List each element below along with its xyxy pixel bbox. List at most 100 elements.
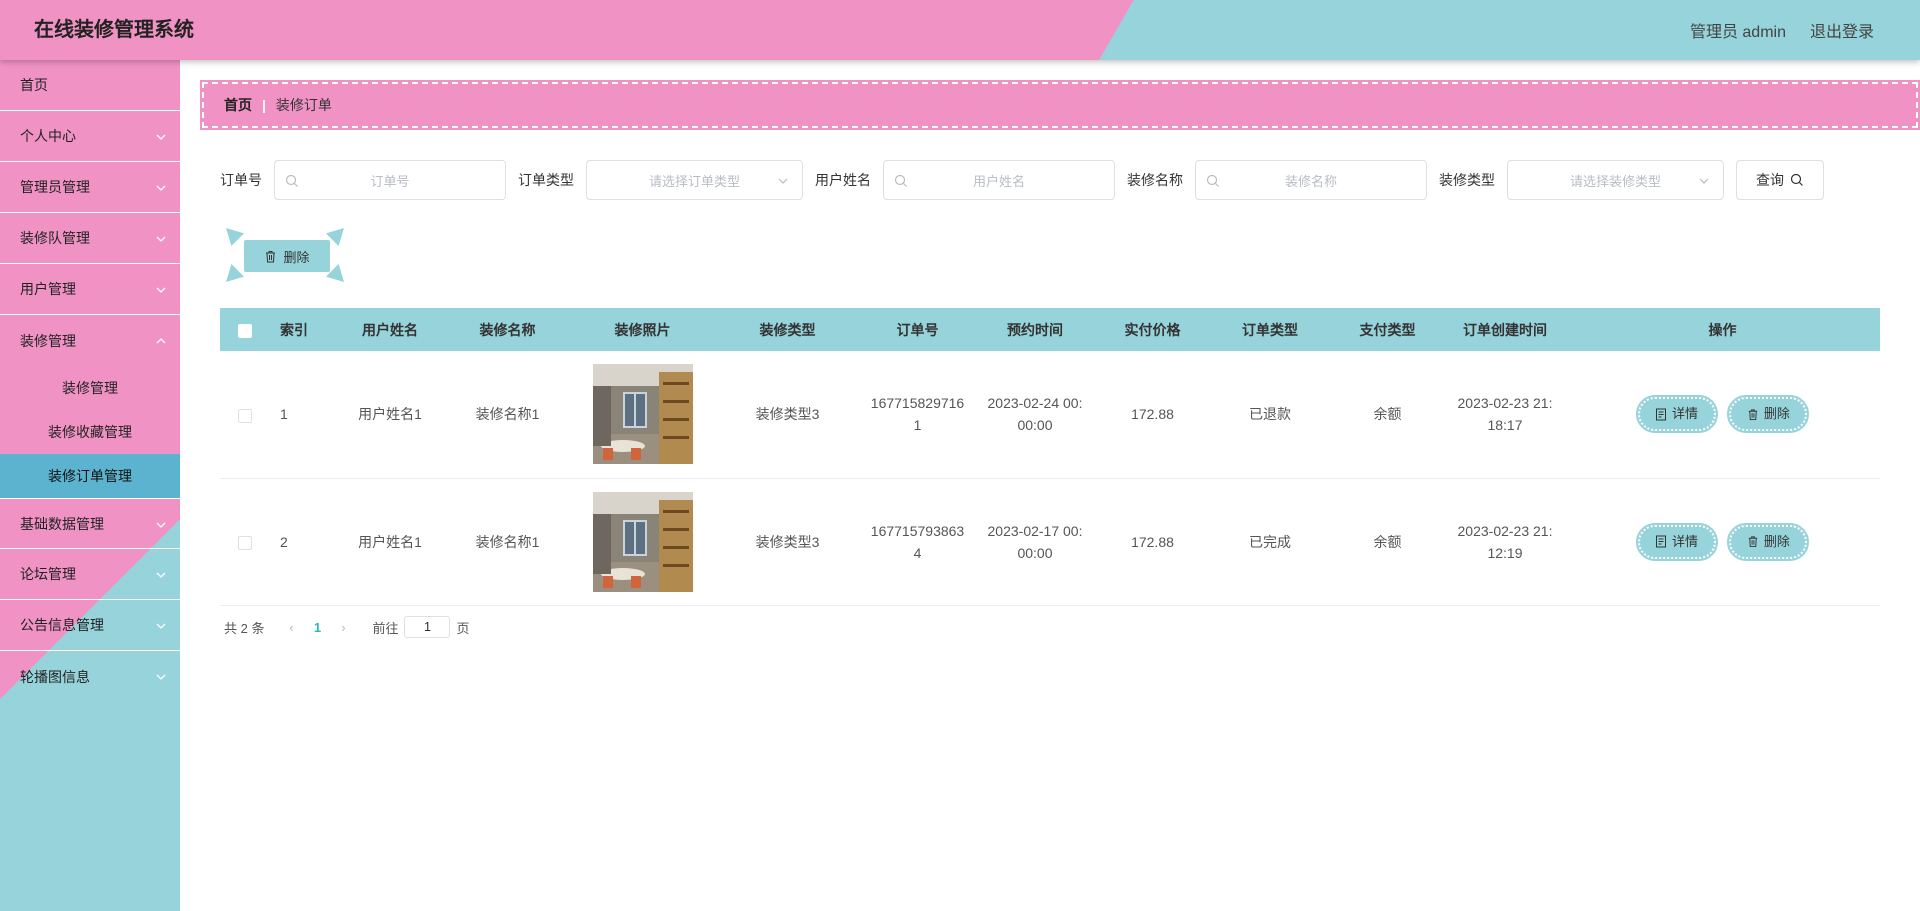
table-row: 1 用户姓名1 装修名称1 装修类型3 1677158297161 2023-0…	[220, 351, 1880, 478]
breadcrumb: 首页 | 装修订单	[200, 80, 1920, 130]
document-icon	[1656, 535, 1667, 548]
order-type-select[interactable]: 请选择订单类型	[586, 160, 803, 200]
select-all-header[interactable]	[220, 308, 280, 351]
decoration-photo[interactable]	[592, 364, 693, 465]
cell-price: 172.88	[1131, 533, 1174, 550]
detail-button[interactable]: 详情	[1635, 522, 1718, 561]
sidebar-item-label: 公告信息管理	[20, 617, 104, 633]
user-name-label: 用户姓名	[815, 172, 871, 188]
sidebar-item-base-data[interactable]: 基础数据管理	[0, 498, 180, 549]
sidebar-subitem-label: 装修订单管理	[48, 468, 132, 484]
sidebar-item-personal-center[interactable]: 个人中心	[0, 111, 180, 162]
cell-photo	[570, 351, 715, 478]
delete-button[interactable]: 删除	[1727, 395, 1810, 434]
col-deco-type: 装修类型	[759, 321, 816, 338]
sidebar-subitem-favorites[interactable]: 装修收藏管理	[0, 410, 180, 454]
select-all-checkbox[interactable]	[238, 323, 252, 338]
breadcrumb-current: 装修订单	[275, 97, 332, 113]
sidebar-subitem-orders[interactable]: 装修订单管理	[0, 454, 180, 498]
logout-link[interactable]: 退出登录	[1810, 18, 1874, 42]
sidebar-item-team-management[interactable]: 装修队管理	[0, 213, 180, 264]
col-order-no: 订单号	[896, 321, 939, 338]
search-icon	[894, 174, 907, 187]
sidebar-item-home[interactable]: 首页	[0, 60, 180, 111]
cell-photo	[570, 478, 715, 605]
cell-deco-type: 装修类型3	[755, 533, 820, 550]
orders-table: 索引 用户姓名 装修名称 装修照片 装修类型 订单号 预约时间 实付价格 订单类…	[220, 308, 1880, 606]
created-text: 2023-02-23 21:12:19	[1457, 522, 1553, 561]
row-checkbox[interactable]	[238, 535, 252, 550]
cell-created: 2023-02-23 21:18:17	[1445, 351, 1565, 478]
sidebar-item-notice[interactable]: 公告信息管理	[0, 600, 180, 651]
sidebar-subitem-decoration[interactable]: 装修管理	[0, 366, 180, 410]
goto-unit: 页	[456, 620, 470, 636]
sidebar-item-admin-management[interactable]: 管理员管理	[0, 162, 180, 213]
prev-page-icon[interactable]: ‹	[278, 620, 304, 635]
deco-type-select[interactable]: 请选择装修类型	[1507, 160, 1724, 200]
pagination-total: 共 2 条	[224, 620, 265, 636]
top-header: 在线装修管理系统 管理员 admin 退出登录	[0, 0, 1920, 60]
sidebar-item-label: 首页	[20, 77, 48, 93]
delete-label: 删除	[1763, 533, 1790, 549]
deco-type-placeholder: 请选择装修类型	[1569, 173, 1661, 189]
chevron-down-icon	[156, 287, 166, 293]
col-photo: 装修照片	[614, 321, 671, 338]
col-created: 订单创建时间	[1463, 321, 1547, 338]
query-button[interactable]: 查询	[1736, 160, 1824, 200]
sidebar-item-user-management[interactable]: 用户管理	[0, 264, 180, 315]
detail-button[interactable]: 详情	[1635, 395, 1718, 434]
sidebar-item-carousel[interactable]: 轮播图信息	[0, 651, 180, 702]
row-select-cell[interactable]	[220, 351, 280, 478]
deco-name-input[interactable]: 装修名称	[1195, 160, 1427, 200]
chevron-down-icon	[156, 185, 166, 191]
delete-button[interactable]: 删除	[1727, 522, 1810, 561]
trash-icon	[1748, 536, 1758, 548]
col-deco-name: 装修名称	[479, 321, 536, 338]
page-number[interactable]: 1	[304, 620, 330, 635]
cell-created: 2023-02-23 21:12:19	[1445, 478, 1565, 605]
col-pay-type: 支付类型	[1359, 321, 1416, 338]
cell-deco-name: 装修名称1	[475, 406, 540, 423]
sidebar-item-label: 管理员管理	[20, 179, 90, 195]
admin-user-label[interactable]: 管理员 admin	[1690, 18, 1786, 42]
sidebar-item-forum[interactable]: 论坛管理	[0, 549, 180, 600]
batch-delete-wrapper: 删除	[226, 228, 344, 282]
document-icon	[1656, 408, 1667, 421]
cell-actions: 详情 删除	[1565, 351, 1880, 478]
cell-index: 2	[280, 533, 288, 550]
search-bar: 订单号 订单号 订单类型 请选择订单类型 用户姓名 用户姓名 装修名称 装修名称…	[220, 160, 1824, 200]
cell-order-type: 已退款	[1249, 406, 1291, 423]
sidebar-item-label: 个人中心	[20, 128, 76, 144]
table-header-row: 索引 用户姓名 装修名称 装修照片 装修类型 订单号 预约时间 实付价格 订单类…	[220, 308, 1880, 351]
batch-delete-button[interactable]: 删除	[244, 240, 330, 272]
sidebar-item-label: 轮播图信息	[20, 668, 90, 685]
goto-page-input[interactable]: 1	[404, 616, 451, 638]
trash-icon	[266, 250, 276, 262]
appoint-time-text: 2023-02-17 00:00:00	[987, 522, 1083, 561]
cell-appoint-time: 2023-02-17 00:00:00	[975, 478, 1095, 605]
col-order-type: 订单类型	[1242, 321, 1298, 338]
cell-user: 用户姓名1	[358, 406, 422, 423]
cell-pay-type: 余额	[1373, 533, 1402, 550]
breadcrumb-home[interactable]: 首页	[224, 95, 252, 115]
detail-label: 详情	[1672, 533, 1699, 549]
next-page-icon[interactable]: ›	[330, 620, 356, 635]
deco-name-placeholder: 装修名称	[1284, 173, 1337, 189]
search-icon	[1790, 173, 1803, 186]
trash-icon	[1748, 409, 1758, 420]
decoration-photo[interactable]	[592, 491, 693, 592]
row-select-cell[interactable]	[220, 478, 280, 605]
row-checkbox[interactable]	[238, 408, 252, 423]
deco-type-label: 装修类型	[1439, 172, 1495, 188]
search-icon	[285, 174, 298, 187]
col-index: 索引	[280, 321, 308, 338]
cell-deco-type: 装修类型3	[755, 406, 820, 423]
sidebar-item-decoration-management[interactable]: 装修管理	[0, 315, 180, 366]
user-name-input[interactable]: 用户姓名	[883, 160, 1115, 200]
sidebar-subitem-label: 装修管理	[62, 380, 118, 396]
goto-label: 前往	[372, 620, 399, 636]
order-no-input[interactable]: 订单号	[274, 160, 506, 200]
cell-order-type: 已完成	[1249, 533, 1291, 550]
pagination: 共 2 条 ‹ 1 › 前往 1 页	[224, 616, 470, 638]
chevron-down-icon	[156, 134, 166, 140]
